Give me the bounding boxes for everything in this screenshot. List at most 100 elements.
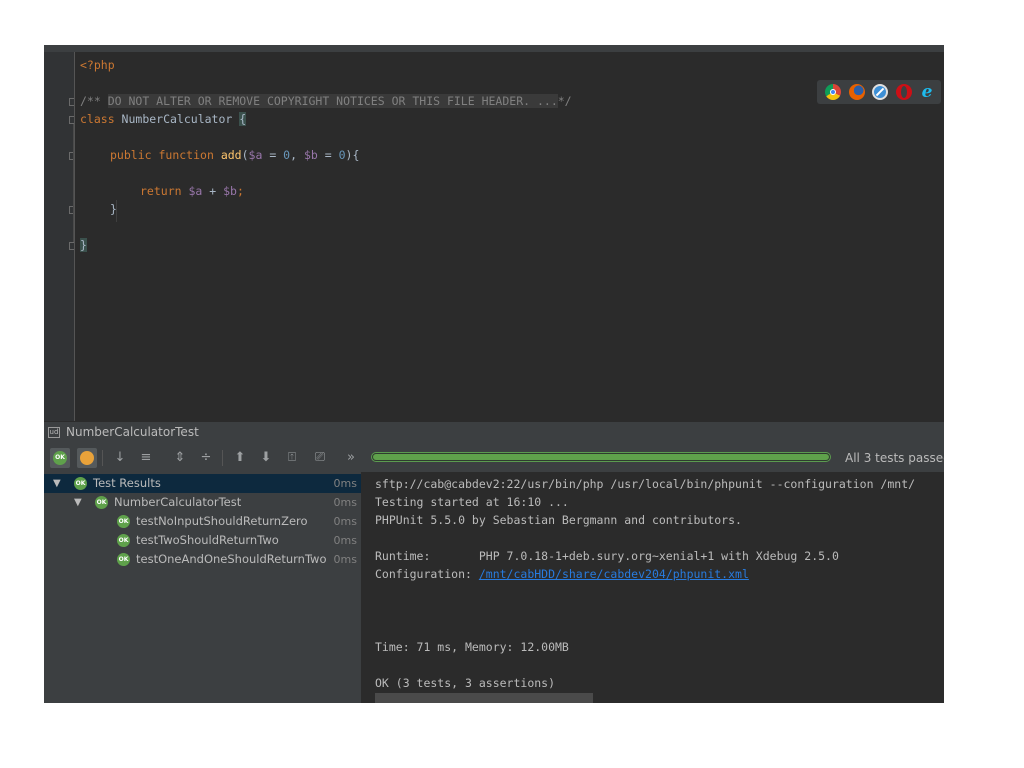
tree-duration: 0ms — [333, 515, 357, 528]
tree-row-suite[interactable]: ▼ OK NumberCalculatorTest 0ms — [44, 493, 361, 512]
run-tool-window-header: ud NumberCalculatorTest — [44, 421, 944, 444]
arrow-down-icon: ⬇ — [260, 450, 272, 465]
collapse-all-icon: ÷ — [200, 450, 212, 465]
tree-label: NumberCalculatorTest — [114, 495, 242, 509]
test-progress-bar — [371, 452, 831, 462]
sort-by-duration-button[interactable]: ≡ — [136, 448, 156, 468]
return-var-a: $a — [188, 184, 203, 198]
ie-icon[interactable]: e — [919, 84, 935, 101]
return-keyword: return — [140, 184, 182, 198]
equals: = — [262, 148, 284, 162]
paren-open: ( — [241, 148, 249, 162]
chrome-icon[interactable] — [825, 84, 841, 100]
class-keyword: class — [80, 112, 115, 126]
toolbar-separator — [102, 450, 103, 466]
export-icon: ⍐ — [288, 450, 296, 465]
test-progress-fill — [373, 454, 829, 460]
folded-comment[interactable]: DO NOT ALTER OR REMOVE COPYRIGHT NOTICES… — [107, 94, 558, 108]
run-config-title[interactable]: NumberCalculatorTest — [66, 425, 199, 439]
editor-tab-strip — [44, 45, 944, 52]
console-phpunit-line: PHPUnit 5.5.0 by Sebastian Bergmann and … — [375, 513, 742, 527]
tree-label: testOneAndOneShouldReturnTwo — [136, 552, 327, 566]
ide-window: <?php /** DO NOT ALTER OR REMOVE COPYRIG… — [44, 45, 944, 703]
runtime-label: Runtime: — [375, 549, 479, 563]
comma: , — [290, 148, 304, 162]
public-keyword: public — [110, 148, 152, 162]
firefox-icon[interactable] — [849, 84, 865, 100]
class-open-brace: { — [239, 112, 247, 126]
tree-label: testNoInputShouldReturnZero — [136, 514, 308, 528]
console-runtime-line: Runtime: PHP 7.0.18-1+deb.sury.org~xenia… — [375, 547, 839, 565]
class-name: NumberCalculator — [114, 112, 240, 126]
config-file-link[interactable]: /mnt/cabHDD/share/cabdev204/phpunit.xml — [479, 567, 749, 581]
test-console-output[interactable]: sftp://cab@cabdev2:22/usr/bin/php /usr/l… — [362, 472, 944, 703]
plus-operator: + — [202, 184, 224, 198]
show-ignored-button[interactable] — [77, 448, 97, 468]
tree-label: Test Results — [93, 476, 161, 490]
more-actions-button[interactable]: » — [341, 448, 361, 468]
expand-arrow-icon[interactable]: ▼ — [74, 493, 82, 512]
console-result-line: OK (3 tests, 3 assertions) — [375, 676, 556, 690]
comment-open: /** — [80, 94, 108, 108]
tree-row-test[interactable]: OK testTwoShouldReturnTwo 0ms — [44, 531, 361, 550]
equals: = — [317, 148, 339, 162]
opera-icon[interactable] — [896, 84, 912, 100]
ok-icon: OK — [74, 477, 87, 490]
param-b: $b — [303, 148, 318, 162]
ok-icon: OK — [117, 515, 130, 528]
semicolon: ; — [236, 184, 244, 198]
ignored-icon — [80, 451, 94, 465]
sort-alpha-icon: ↓ — [114, 450, 126, 465]
arrow-up-icon: ⬆ — [234, 450, 246, 465]
expand-arrow-icon[interactable]: ▼ — [53, 474, 61, 493]
paren-close-brace: ){ — [345, 148, 360, 162]
show-passed-button[interactable]: OK — [50, 448, 70, 468]
phpunit-icon: ud — [48, 427, 60, 438]
collapse-all-button[interactable]: ÷ — [196, 448, 216, 468]
ok-icon: OK — [117, 534, 130, 547]
tree-duration: 0ms — [333, 477, 357, 490]
sort-duration-icon: ≡ — [140, 450, 152, 465]
editor-gutter — [44, 52, 77, 464]
expand-all-icon: ⇕ — [174, 450, 186, 465]
console-config-line: Configuration: /mnt/cabHDD/share/cabdev2… — [375, 565, 749, 583]
tree-duration: 0ms — [333, 496, 357, 509]
test-status-text: All 3 tests passed — [845, 451, 944, 465]
safari-icon[interactable] — [872, 84, 888, 100]
code-line-3: /** DO NOT ALTER OR REMOVE COPYRIGHT NOT… — [80, 92, 572, 110]
test-results-tree[interactable]: ▼ OK Test Results 0ms ▼ OK NumberCalcula… — [44, 472, 361, 703]
history-icon: ⎚ — [314, 450, 326, 465]
sort-alphabetically-button[interactable]: ↓ — [110, 448, 130, 468]
next-failed-button[interactable]: ⬇ — [256, 448, 276, 468]
function-name: add — [220, 148, 242, 162]
return-var-b: $b — [223, 184, 237, 198]
php-open-tag: <?php — [80, 58, 115, 72]
code-editor[interactable]: <?php /** DO NOT ALTER OR REMOVE COPYRIG… — [75, 52, 944, 464]
code-line-8: return $a + $b; — [140, 182, 244, 200]
indent-guide — [116, 200, 117, 222]
param-a: $a — [248, 148, 263, 162]
code-line-1: <?php — [80, 56, 115, 74]
tree-row-test[interactable]: OK testNoInputShouldReturnZero 0ms — [44, 512, 361, 531]
default-b: 0 — [338, 148, 346, 162]
console-time-line: Time: 71 ms, Memory: 12.00MB — [375, 640, 569, 654]
runtime-value: PHP 7.0.18-1+deb.sury.org~xenial+1 with … — [478, 549, 839, 563]
tree-label: testTwoShouldReturnTwo — [136, 533, 279, 547]
export-results-button[interactable]: ⍐ — [282, 448, 302, 468]
ok-icon: OK — [95, 496, 108, 509]
previous-failed-button[interactable]: ⬆ — [230, 448, 250, 468]
ok-icon: OK — [53, 451, 67, 465]
function-keyword: function — [158, 148, 214, 162]
import-results-button[interactable]: ⎚ — [310, 448, 330, 468]
ok-icon: OK — [117, 553, 130, 566]
tree-row-test[interactable]: OK testOneAndOneShouldReturnTwo 0ms — [44, 550, 361, 569]
code-line-11: } — [80, 236, 87, 254]
browser-preview-bar: e — [817, 80, 941, 104]
class-close-brace: } — [80, 238, 87, 252]
expand-all-button[interactable]: ⇕ — [170, 448, 190, 468]
toolbar-separator — [222, 450, 223, 466]
code-line-4: class NumberCalculator { — [80, 110, 247, 128]
tree-duration: 0ms — [333, 534, 357, 547]
console-horizontal-scrollbar[interactable] — [375, 693, 593, 703]
tree-row-root[interactable]: ▼ OK Test Results 0ms — [44, 474, 361, 493]
